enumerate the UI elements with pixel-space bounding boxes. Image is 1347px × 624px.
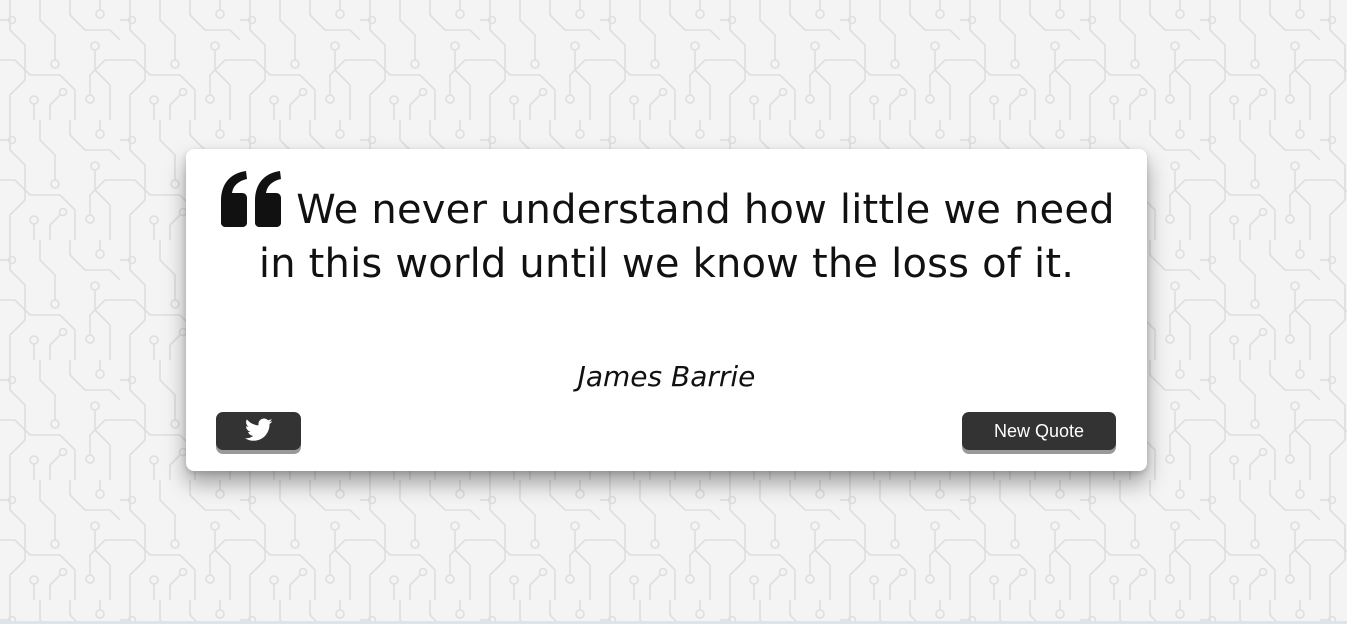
- quote-box: We never understand how little we need i…: [186, 149, 1147, 471]
- quote-text: We never understand how little we need i…: [258, 187, 1115, 287]
- quote-author: James Barrie: [577, 360, 756, 393]
- quote-text-block: We never understand how little we need i…: [206, 171, 1127, 291]
- tweet-quote-button[interactable]: [216, 412, 301, 450]
- new-quote-button[interactable]: New Quote: [962, 412, 1116, 450]
- quote-left-icon: [218, 171, 284, 227]
- twitter-icon: [244, 417, 273, 445]
